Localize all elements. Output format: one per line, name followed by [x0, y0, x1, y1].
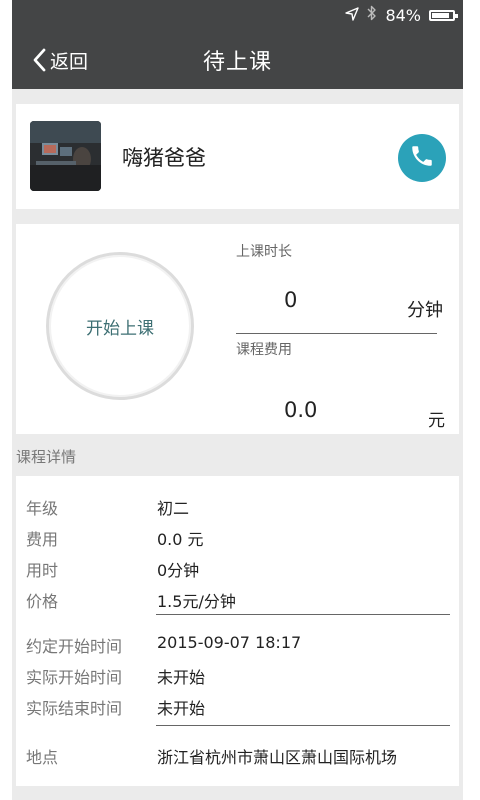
detail-row-actual-start: 实际开始时间 未开始: [16, 664, 459, 690]
battery-fill: [432, 12, 449, 18]
detail-row-time-used: 用时 0分钟: [16, 557, 459, 583]
bluetooth-icon: [367, 5, 377, 25]
detail-value: 未开始: [157, 699, 206, 718]
contact-name: 嗨猪爸爸: [122, 146, 206, 170]
detail-row-fee: 费用 0.0 元: [16, 526, 459, 552]
class-timer-card: 开始上课 上课时长 0 分钟 课程费用 0.0 元: [16, 224, 459, 434]
section-title: 课程详情: [16, 448, 77, 466]
fee-label: 课程费用: [236, 342, 292, 358]
detail-row-location: 地点 浙江省杭州市萧山区萧山国际机场: [16, 744, 459, 770]
detail-value: 未开始: [157, 668, 206, 687]
divider: [156, 725, 450, 726]
divider: [156, 614, 450, 615]
detail-value: 初二: [157, 499, 190, 518]
detail-value: 1.5元/分钟: [157, 592, 236, 611]
contact-card: 嗨猪爸爸: [16, 104, 459, 209]
divider: [236, 333, 437, 334]
detail-value: 0.0 元: [157, 530, 204, 549]
start-class-label: 开始上课: [86, 318, 154, 339]
detail-label: 约定开始时间: [26, 637, 123, 656]
detail-label: 实际开始时间: [26, 668, 123, 687]
call-button[interactable]: [398, 134, 446, 182]
phone-icon: [409, 143, 435, 173]
duration-unit: 分钟: [407, 300, 443, 321]
start-class-button[interactable]: 开始上课: [46, 252, 194, 400]
detail-row-actual-end: 实际结束时间 未开始: [16, 695, 459, 721]
detail-value: 2015-09-07 18:17: [157, 633, 302, 652]
battery-icon: [429, 9, 458, 21]
fee-value: 0.0: [284, 398, 318, 422]
status-bar: 84%: [12, 0, 463, 30]
detail-label: 价格: [26, 592, 59, 611]
detail-label: 实际结束时间: [26, 699, 123, 718]
battery-percent: 84%: [385, 5, 421, 25]
detail-label: 费用: [26, 530, 59, 549]
course-details-card: 年级 初二 费用 0.0 元 用时 0分钟 价格 1.5元/分钟 约定开始时间 …: [16, 476, 459, 786]
avatar[interactable]: [30, 121, 101, 191]
duration-label: 上课时长: [236, 244, 292, 260]
page-title: 待上课: [202, 50, 272, 75]
detail-row-grade: 年级 初二: [16, 495, 459, 521]
detail-value: 0分钟: [157, 561, 200, 580]
fee-unit: 元: [428, 411, 445, 431]
duration-value: 0: [284, 288, 298, 312]
location-arrow-icon: [345, 6, 360, 25]
detail-value: 浙江省杭州市萧山区萧山国际机场: [157, 748, 398, 767]
detail-label: 地点: [26, 748, 59, 767]
status-icons: 84%: [345, 5, 458, 25]
nav-bar: 返回 待上课: [12, 30, 463, 89]
detail-label: 年级: [26, 499, 59, 518]
detail-row-price: 价格 1.5元/分钟: [16, 588, 459, 614]
detail-label: 用时: [26, 561, 59, 580]
detail-row-scheduled-start: 约定开始时间 2015-09-07 18:17: [16, 633, 459, 659]
app-screen: 84% 返回 待上课 嗨猪爸爸 开始上课 上课时长 0 分钟 课程费用 0.0 …: [12, 0, 463, 800]
